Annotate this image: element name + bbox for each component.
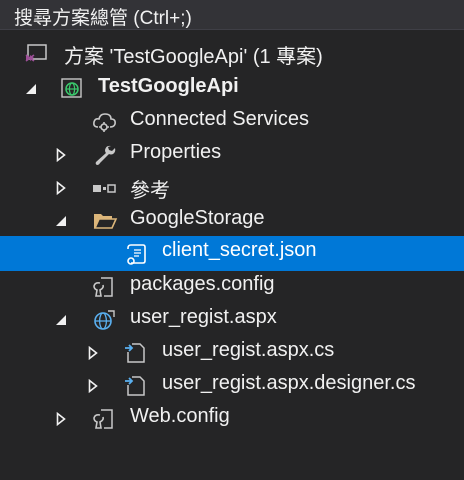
- tree-item-googlestorage-folder[interactable]: GoogleStorage: [0, 204, 464, 237]
- web-config-label: Web.config: [130, 405, 230, 427]
- expand-arrow-icon[interactable]: [52, 171, 70, 204]
- user-regist-designer-cs-label: user_regist.aspx.designer.cs: [162, 372, 416, 394]
- cloud-gear-icon: [92, 111, 116, 133]
- expand-arrow-icon[interactable]: [84, 369, 102, 402]
- user-regist-aspx-label: user_regist.aspx: [130, 306, 277, 328]
- tree-item-project[interactable]: TestGoogleApi: [0, 72, 464, 105]
- packages-config-label: packages.config: [130, 273, 275, 295]
- tree-item-user-regist-designer-cs[interactable]: user_regist.aspx.designer.cs: [0, 369, 464, 402]
- references-label: 參考: [130, 180, 170, 202]
- project-label: TestGoogleApi: [98, 75, 239, 97]
- tree-item-solution[interactable]: 方案 'TestGoogleApi' (1 專案): [0, 37, 464, 70]
- tree-item-user-regist-aspx[interactable]: user_regist.aspx: [0, 303, 464, 336]
- visual-studio-solution-icon: [24, 43, 47, 65]
- csharp-code-file-icon: [124, 375, 146, 397]
- references-icon: [92, 177, 116, 199]
- config-file-icon: [92, 276, 114, 298]
- solution-label: 方案 'TestGoogleApi' (1 專案): [64, 46, 323, 68]
- expand-arrow-icon[interactable]: [84, 336, 102, 369]
- tree-item-properties[interactable]: Properties: [0, 138, 464, 171]
- solution-explorer-search[interactable]: 搜尋方案總管 (Ctrl+;): [0, 0, 464, 30]
- csharp-code-file-icon: [124, 342, 146, 364]
- json-file-icon: [124, 242, 146, 265]
- tree-item-user-regist-aspx-cs[interactable]: user_regist.aspx.cs: [0, 336, 464, 369]
- web-project-globe-icon: [60, 78, 82, 100]
- collapse-arrow-icon[interactable]: [22, 72, 40, 105]
- properties-label: Properties: [130, 141, 222, 163]
- tree-item-client-secret-json[interactable]: client_secret.json: [0, 236, 464, 271]
- client-secret-label: client_secret.json: [162, 239, 317, 261]
- open-folder-icon: [92, 210, 118, 232]
- search-placeholder: 搜尋方案總管 (Ctrl+;): [14, 8, 192, 29]
- tree-item-connected-services[interactable]: Connected Services: [0, 105, 464, 138]
- tree-item-packages-config[interactable]: packages.config: [0, 270, 464, 303]
- tree-item-references[interactable]: 參考: [0, 171, 464, 204]
- web-page-globe-icon: [92, 309, 115, 331]
- wrench-icon: [92, 144, 116, 166]
- expand-arrow-icon[interactable]: [52, 402, 70, 435]
- tree-item-web-config[interactable]: Web.config: [0, 402, 464, 435]
- user-regist-aspx-cs-label: user_regist.aspx.cs: [162, 339, 335, 361]
- collapse-arrow-icon[interactable]: [52, 204, 70, 237]
- config-file-icon: [92, 408, 114, 430]
- googlestorage-label: GoogleStorage: [130, 207, 265, 229]
- expand-arrow-icon[interactable]: [52, 138, 70, 171]
- connected-services-label: Connected Services: [130, 108, 309, 130]
- collapse-arrow-icon[interactable]: [52, 303, 70, 336]
